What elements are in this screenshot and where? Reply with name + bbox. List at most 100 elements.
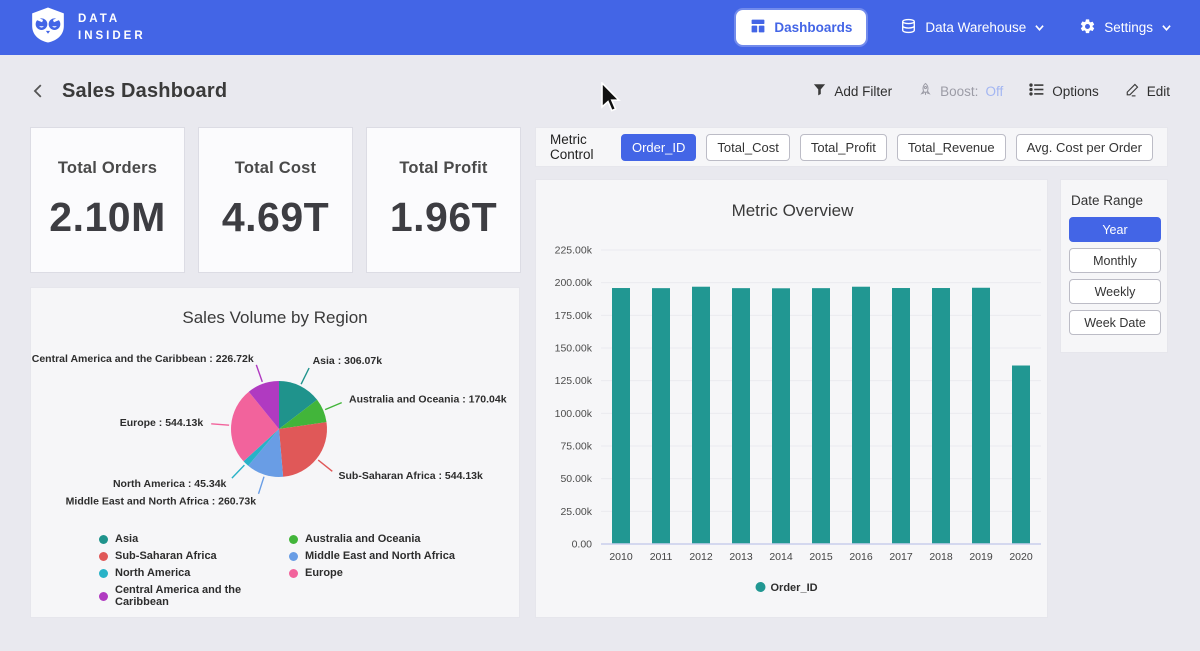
y-tick-label: 175.00k [555,310,593,322]
y-tick-label: 75.00k [560,441,592,453]
x-tick-label: 2012 [689,551,713,563]
bar-2020[interactable] [1012,366,1030,544]
metric-chip-order-id[interactable]: Order_ID [621,134,696,161]
bar-chart: Metric Overview 225.00k 200.00k 175.00k 150.… [536,180,1047,624]
database-icon [900,18,917,38]
bar-2019[interactable] [972,288,990,544]
pie-label: Middle East and North Africa : 260.73k [66,496,257,508]
bar-2018[interactable] [932,288,950,544]
pie-legend-item[interactable]: Asia [99,533,289,545]
x-tick-label: 2013 [729,551,753,563]
bar-2014[interactable] [772,288,790,544]
metric-chip-total-cost[interactable]: Total_Cost [706,134,789,161]
legend-dot [99,592,108,601]
metric-chip-total-profit[interactable]: Total_Profit [800,134,887,161]
kpi-value: 1.96T [390,194,497,241]
bar-2013[interactable] [732,288,750,544]
legend-dot [99,535,108,544]
top-nav: DATA INSIDER Dashboards [0,0,1200,55]
bar-2017[interactable] [892,288,910,544]
top-nav-menu: Dashboards Data Warehouse [736,10,1172,45]
y-tick-label: 125.00k [555,375,593,387]
x-tick-label: 2014 [769,551,793,563]
legend-label: Order_ID [771,582,818,594]
legend-label: Asia [115,533,138,545]
metric-chip-avg-cost[interactable]: Avg. Cost per Order [1016,134,1153,161]
pie-label: Australia and Oceania : 170.04k [349,394,507,406]
x-tick-label: 2020 [1009,551,1033,563]
bar-2011[interactable] [652,288,670,544]
metric-chip-total-revenue[interactable]: Total_Revenue [897,134,1006,161]
legend-dot [289,569,298,578]
y-tick-label: 225.00k [555,245,593,257]
list-icon [1029,82,1045,100]
legend-label: Middle East and North Africa [305,550,455,562]
rocket-icon [918,82,933,100]
bar-2012[interactable] [692,287,710,544]
y-tick-label: 200.00k [555,277,593,289]
legend-label: Central America and the Caribbean [115,584,289,608]
x-tick-label: 2010 [609,551,633,563]
page-title: Sales Dashboard [62,80,227,103]
back-button[interactable] [30,82,48,100]
chevron-down-icon [1034,20,1045,35]
date-range-weekly[interactable]: Weekly [1069,279,1161,304]
pie-slice-sub-saharan-africa[interactable] [279,422,327,477]
pie-legend-item[interactable]: Middle East and North Africa [289,550,455,562]
boost-state: Off [985,84,1003,99]
legend-label: North America [115,567,190,579]
y-tick-label: 0.00 [572,539,593,551]
y-tick-label: 25.00k [560,506,592,518]
date-range-panel: Date Range Year Monthly Weekly Week Date [1060,179,1168,353]
kpi-card-total-cost: Total Cost 4.69T [198,127,353,273]
sales-volume-panel: Sales Volume by Region Asia : 306.07kAus… [30,287,520,618]
owl-logo-icon [28,5,68,50]
pie-label: North America : 45.34k [113,478,227,490]
settings-menu[interactable]: Settings [1079,18,1172,38]
boost-toggle[interactable]: Boost: Off [918,82,1003,100]
data-warehouse-menu[interactable]: Data Warehouse [900,18,1045,38]
edit-button[interactable]: Edit [1125,82,1170,100]
date-range-year[interactable]: Year [1069,217,1161,242]
bar-chart-title: Metric Overview [732,201,855,220]
add-filter-button[interactable]: Add Filter [812,82,892,100]
pie-label: Europe : 544.13k [120,417,204,429]
pie-legend-item[interactable]: Australia and Oceania [289,533,455,545]
pie-label: Asia : 306.07k [313,355,383,367]
pie-legend-item[interactable]: North America [99,567,289,579]
pie-legend-item[interactable]: Central America and the Caribbean [99,584,289,608]
kpi-label: Total Profit [399,159,487,178]
pie-legend-item[interactable]: Sub-Saharan Africa [99,550,289,562]
legend-label: Europe [305,567,343,579]
kpi-card-total-profit: Total Profit 1.96T [366,127,521,273]
kpi-label: Total Orders [58,159,157,178]
pie-legend-item[interactable]: Europe [289,567,455,579]
bar-2015[interactable] [812,288,830,544]
date-range-monthly[interactable]: Monthly [1069,248,1161,273]
pie-label: Central America and the Caribbean : 226.… [32,353,254,365]
kpi-value: 2.10M [49,194,165,241]
legend-dot [289,552,298,561]
dashboards-grid-icon [750,18,766,37]
pie-chart: Asia : 306.07k Australia and Oceania : 17… [31,351,521,526]
bar-2016[interactable] [852,287,870,544]
bar-2010[interactable] [612,288,630,544]
dashboards-button[interactable]: Dashboards [736,10,866,45]
legend-dot [99,552,108,561]
options-button[interactable]: Options [1029,82,1099,100]
y-tick-label: 150.00k [555,343,593,355]
pie-legend: Asia Sub-Saharan Africa North America Ce… [31,533,519,608]
toolbar: Add Filter Boost: Off [812,82,1170,100]
legend-dot [99,569,108,578]
x-tick-label: 2015 [809,551,833,563]
kpi-card-total-orders: Total Orders 2.10M [30,127,185,273]
metric-overview-panel: Metric Overview 225.00k 200.00k 175.00k 150.… [535,179,1048,618]
filter-funnel-icon [812,82,827,100]
x-tick-label: 2017 [889,551,913,563]
date-range-week-date[interactable]: Week Date [1069,310,1161,335]
page-header: Sales Dashboard Add Filter Boost: Off [0,70,1200,112]
x-tick-label: 2018 [929,551,953,563]
legend-label: Australia and Oceania [305,533,421,545]
brand[interactable]: DATA INSIDER [28,5,146,50]
legend-label: Sub-Saharan Africa [115,550,217,562]
